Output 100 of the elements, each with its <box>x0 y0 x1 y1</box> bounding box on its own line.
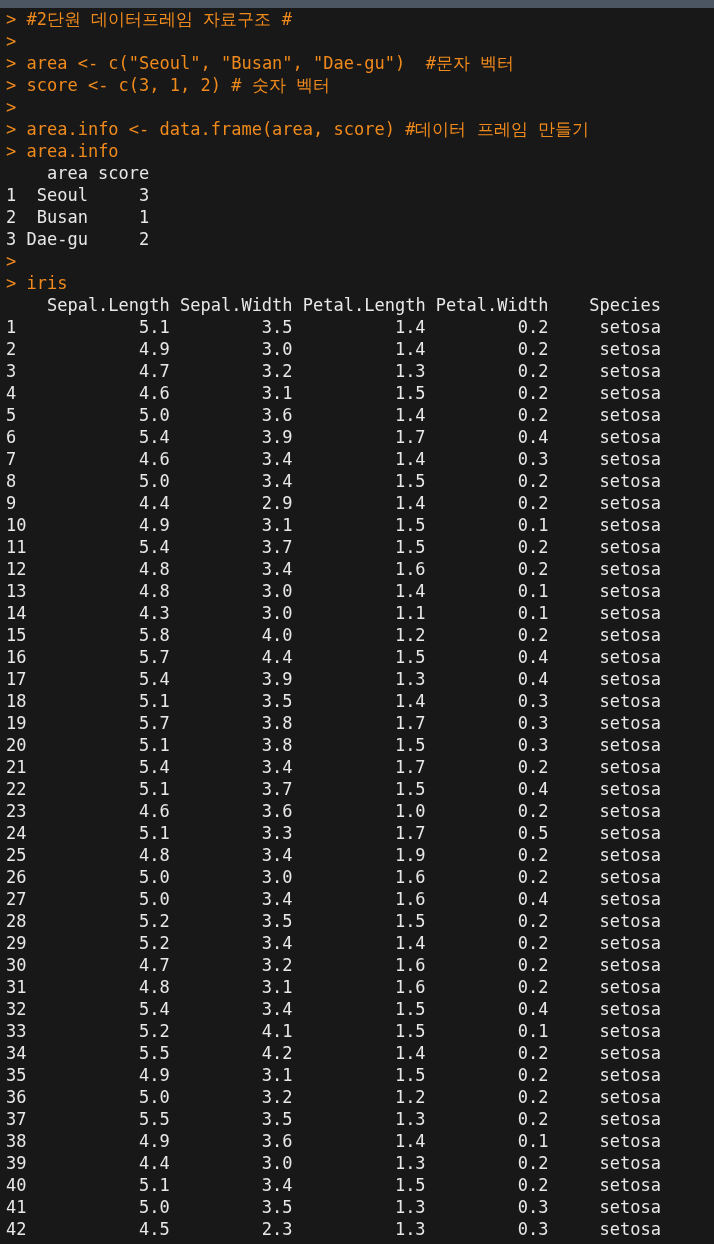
table-cell-text: setosa <box>598 338 661 360</box>
table-cell-text: 3.0 <box>260 338 293 360</box>
table-cell-text: 0.2 <box>516 800 549 822</box>
table-cell-text: Busan <box>35 206 88 228</box>
table-cell-text: 3.3 <box>260 822 293 844</box>
table-cell-text: 1.9 <box>393 844 426 866</box>
table-cell-text: setosa <box>598 602 661 624</box>
table-cell-text: 3.5 <box>260 690 293 712</box>
table-cell-text: setosa <box>598 580 661 602</box>
table-cell-text: 5.4 <box>138 536 170 558</box>
table-cell-text: 1.7 <box>393 426 426 448</box>
table-cell-text: setosa <box>598 888 661 910</box>
table-cell-text: 4.7 <box>138 954 170 976</box>
prompt-symbol: > <box>6 272 17 294</box>
column-header: Sepal.Width <box>180 294 293 316</box>
table-cell-text: 0.2 <box>516 404 549 426</box>
row-name: 30 <box>6 954 28 976</box>
table-cell-text: setosa <box>598 954 661 976</box>
table-cell-text: 4.6 <box>138 448 170 470</box>
table-cell-text: 1.2 <box>393 1086 426 1108</box>
prompt-symbol: > <box>6 74 17 96</box>
row-name: 5 <box>6 404 18 426</box>
table-cell-text: 5.1 <box>138 690 170 712</box>
table-cell-text: 5.0 <box>138 888 170 910</box>
table-cell-text: 0.1 <box>516 1020 549 1042</box>
row-name: 15 <box>6 624 28 646</box>
table-cell-text: setosa <box>598 844 661 866</box>
command-text: iris <box>26 272 68 294</box>
table-cell-text: setosa <box>598 756 661 778</box>
column-header: Petal.Length <box>302 294 426 316</box>
table-cell-text: 0.1 <box>516 1130 549 1152</box>
table-cell-text: 4.6 <box>138 382 170 404</box>
table-cell-text: 3.4 <box>260 932 293 954</box>
table-cell-text: 3.5 <box>260 1108 293 1130</box>
table-cell-text: 1.7 <box>393 822 426 844</box>
table-cell-text: 1.5 <box>393 1174 426 1196</box>
table-cell-text: 1.3 <box>393 1218 426 1240</box>
table-cell-text: setosa <box>598 1064 661 1086</box>
table-cell-text: 1.5 <box>393 646 426 668</box>
table-cell-text: 0.2 <box>516 470 549 492</box>
table-cell-text: 2.3 <box>260 1218 293 1240</box>
table-cell-text: 1.2 <box>393 624 426 646</box>
table-cell-text: setosa <box>598 1108 661 1130</box>
command-text: area <- c("Seoul", "Busan", "Dae-gu") #문자 벡터 <box>26 52 515 74</box>
table-cell-text: 0.2 <box>516 360 549 382</box>
table-cell-text: 0.2 <box>516 536 549 558</box>
table-cell-text: 3.1 <box>260 1064 293 1086</box>
column-header: score <box>98 162 150 184</box>
row-name: 2 <box>6 338 18 360</box>
table-cell-text: 4.8 <box>138 844 170 866</box>
table-cell-text: 4.9 <box>138 338 170 360</box>
table-cell-text: 0.3 <box>516 734 549 756</box>
table-cell-text: 1 <box>138 206 150 228</box>
table-cell-text: 5.2 <box>138 932 170 954</box>
table-cell-text: 4.4 <box>260 646 293 668</box>
table-cell-text: 1.5 <box>393 514 426 536</box>
column-header: Sepal.Length <box>46 294 170 316</box>
table-cell-text: setosa <box>598 800 661 822</box>
table-cell-text: 1.4 <box>393 932 426 954</box>
table-cell-text: 0.2 <box>516 1108 549 1130</box>
table-cell-text: 0.2 <box>516 1064 549 1086</box>
table-cell-text: 3.5 <box>260 316 293 338</box>
table-cell-text: 1.3 <box>393 1196 426 1218</box>
row-name: 37 <box>6 1108 28 1130</box>
row-name: 20 <box>6 734 28 756</box>
table-cell-text: 1.5 <box>393 1020 426 1042</box>
table-cell-text: 3.4 <box>260 470 293 492</box>
table-cell-text: 1.7 <box>393 712 426 734</box>
table-cell-text: 2.9 <box>260 492 293 514</box>
table-cell-text: 3.6 <box>260 1130 293 1152</box>
table-cell-text: 1.3 <box>393 1108 426 1130</box>
table-cell-text: setosa <box>598 360 661 382</box>
table-cell-text: 1.4 <box>393 448 426 470</box>
table-cell-text: 5.1 <box>138 316 170 338</box>
table-cell-text: 5.8 <box>138 624 170 646</box>
row-name: 34 <box>6 1042 28 1064</box>
table-cell-text: setosa <box>598 558 661 580</box>
table-cell-text: setosa <box>598 1042 661 1064</box>
table-cell-text: setosa <box>598 1196 661 1218</box>
table-cell-text: 3.5 <box>260 910 293 932</box>
prompt-symbol: > <box>6 30 17 52</box>
row-name: 3 <box>6 360 18 382</box>
table-cell-text: 0.1 <box>516 602 549 624</box>
table-cell-text: 0.2 <box>516 1086 549 1108</box>
row-name: 1 <box>6 316 18 338</box>
table-cell-text: 5.4 <box>138 998 170 1020</box>
table-cell-text: setosa <box>598 778 661 800</box>
row-name: 26 <box>6 866 28 888</box>
table-cell-text: 3.4 <box>260 888 293 910</box>
table-cell-text: 5.0 <box>138 470 170 492</box>
prompt-symbol: > <box>6 250 17 272</box>
table-cell-text: 3.9 <box>260 426 293 448</box>
table-cell-text: 1.6 <box>393 558 426 580</box>
table-cell-text: 4.8 <box>138 580 170 602</box>
row-name: 24 <box>6 822 28 844</box>
prompt-symbol: > <box>6 96 17 118</box>
command-text: #2단원 데이터프레임 자료구조 # <box>26 8 292 30</box>
table-cell-text: 3.6 <box>260 800 293 822</box>
table-cell-text: setosa <box>598 668 661 690</box>
table-cell-text: 4.7 <box>138 360 170 382</box>
